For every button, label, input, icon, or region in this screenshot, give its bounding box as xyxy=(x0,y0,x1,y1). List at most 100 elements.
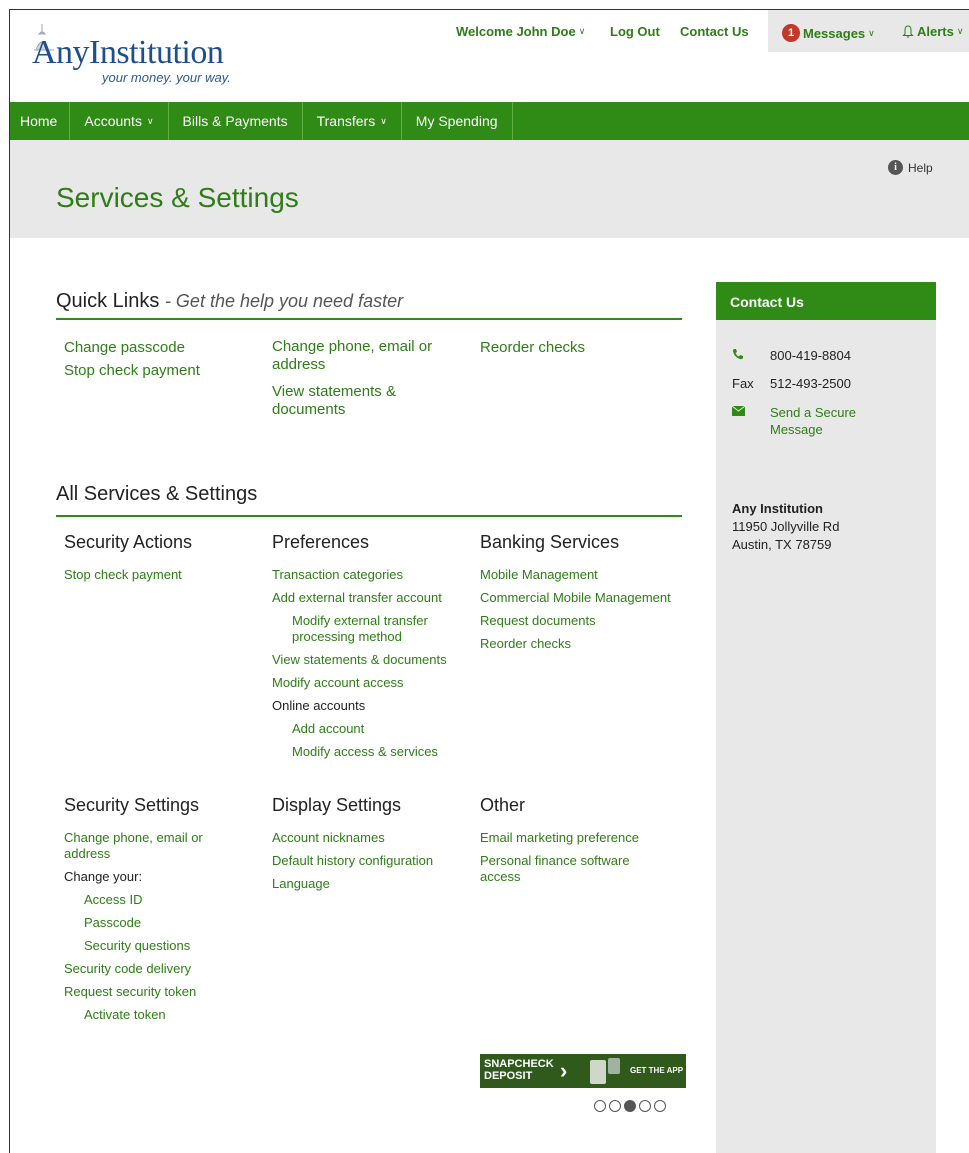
info-icon: i xyxy=(888,160,903,175)
quick-links-heading: Quick Links xyxy=(56,290,160,312)
nav-accounts-label: Accounts xyxy=(84,113,142,129)
carousel-dot-2[interactable] xyxy=(609,1100,621,1112)
main-nav: Home Accounts ∨ Bills & Payments Transfer… xyxy=(10,102,969,140)
banking-services-heading: Banking Services xyxy=(480,532,620,552)
nav-bills-label: Bills & Payments xyxy=(182,113,288,129)
pref-add-external-account[interactable]: Add external transfer account xyxy=(272,590,472,606)
contact-us-link[interactable]: Contact Us xyxy=(680,24,749,39)
sa-stop-check-payment[interactable]: Stop check payment xyxy=(64,567,264,583)
contact-phone[interactable]: 800-419-8804 xyxy=(770,348,851,363)
bs-request-documents[interactable]: Request documents xyxy=(480,613,700,629)
ds-language[interactable]: Language xyxy=(272,876,472,892)
other-column: Other Email marketing preference Persona… xyxy=(480,795,690,892)
security-actions-heading: Security Actions xyxy=(64,532,193,552)
alerts-menu[interactable]: Alerts ∨ xyxy=(902,24,963,39)
ss-change-contact-info[interactable]: Change phone, email or address xyxy=(64,830,224,862)
security-settings-column: Security Settings Change phone, email or… xyxy=(64,795,264,1030)
messages-count-badge: 1 xyxy=(782,24,800,42)
carousel-dot-4[interactable] xyxy=(639,1100,651,1112)
alerts-label: Alerts xyxy=(917,24,954,39)
welcome-menu[interactable]: Welcome John Doe ∨ xyxy=(456,24,585,39)
display-settings-heading: Display Settings xyxy=(272,795,402,815)
ql-change-passcode[interactable]: Change passcode xyxy=(64,338,185,358)
security-settings-heading: Security Settings xyxy=(64,795,200,815)
nav-my-spending[interactable]: My Spending xyxy=(402,102,513,140)
app-frame: AnyInstitution your money. your way. Wel… xyxy=(9,9,969,1153)
brand-tagline: your money. your way. xyxy=(102,70,231,85)
contact-sidebar-title: Contact Us xyxy=(716,282,936,320)
ad-title: SNAPCHECK DEPOSIT xyxy=(484,1058,554,1082)
ss-passcode[interactable]: Passcode xyxy=(64,915,264,931)
help-link[interactable]: i Help xyxy=(888,160,933,175)
chevron-down-icon: ∨ xyxy=(380,115,387,126)
nav-transfers[interactable]: Transfers ∨ xyxy=(303,102,402,140)
security-actions-column: Security Actions Stop check payment xyxy=(64,532,264,590)
quick-links-divider xyxy=(56,318,682,320)
ss-request-security-token[interactable]: Request security token xyxy=(64,984,264,1000)
snapcheck-ad-banner[interactable]: SNAPCHECK DEPOSIT › GET THE APP xyxy=(480,1054,686,1088)
ql-stop-check-payment[interactable]: Stop check payment xyxy=(64,361,200,381)
nav-home-label: Home xyxy=(20,113,58,129)
other-heading: Other xyxy=(480,795,526,815)
ss-security-code-delivery[interactable]: Security code delivery xyxy=(64,961,264,977)
ql-view-statements[interactable]: View statements & documents xyxy=(272,383,432,419)
all-services-divider xyxy=(56,515,682,517)
logout-label: Log Out xyxy=(610,24,660,39)
pref-online-accounts-label: Online accounts xyxy=(272,698,366,713)
other-personal-finance-software[interactable]: Personal finance software access xyxy=(480,853,660,885)
chevron-down-icon: ∨ xyxy=(868,27,875,38)
institution-address: Any Institution 11950 Jollyville Rd Aust… xyxy=(732,500,839,554)
contact-sidebar: Contact Us 800-419-8804 Fax 512-493-2500… xyxy=(716,282,936,1153)
bell-icon xyxy=(902,25,914,38)
ql-change-contact-info[interactable]: Change phone, email or address xyxy=(272,338,462,374)
pref-view-statements[interactable]: View statements & documents xyxy=(272,652,472,668)
pref-add-account[interactable]: Add account xyxy=(272,721,472,737)
other-email-marketing[interactable]: Email marketing preference xyxy=(480,830,690,846)
pref-modify-account-access[interactable]: Modify account access xyxy=(272,675,472,691)
pref-transaction-categories[interactable]: Transaction categories xyxy=(272,567,472,583)
brand-logo[interactable]: AnyInstitution your money. your way. xyxy=(28,20,268,90)
ds-default-history[interactable]: Default history configuration xyxy=(272,853,472,869)
messages-menu[interactable]: 1 Messages ∨ xyxy=(782,24,875,42)
bs-reorder-checks[interactable]: Reorder checks xyxy=(480,636,700,652)
banking-services-column: Banking Services Mobile Management Comme… xyxy=(480,532,700,659)
phone-icon xyxy=(732,348,758,363)
contact-phone-row: 800-419-8804 xyxy=(732,348,851,363)
bs-commercial-mobile-management[interactable]: Commercial Mobile Management xyxy=(480,590,700,606)
pref-modify-external-method[interactable]: Modify external transfer processing meth… xyxy=(272,613,472,645)
address-line1: 11950 Jollyville Rd xyxy=(732,519,840,534)
display-settings-column: Display Settings Account nicknames Defau… xyxy=(272,795,472,899)
preferences-column: Preferences Transaction categories Add e… xyxy=(272,532,472,767)
carousel-dot-5[interactable] xyxy=(654,1100,666,1112)
ds-account-nicknames[interactable]: Account nicknames xyxy=(272,830,472,846)
nav-accounts[interactable]: Accounts ∨ xyxy=(70,102,169,140)
nav-bills-payments[interactable]: Bills & Payments xyxy=(169,102,303,140)
welcome-label: Welcome John Doe xyxy=(456,24,576,39)
envelope-icon xyxy=(731,404,758,438)
page-title: Services & Settings xyxy=(56,182,299,213)
brand-name: AnyInstitution xyxy=(32,34,224,71)
help-label: Help xyxy=(908,160,933,175)
quick-links-subtitle: - Get the help you need faster xyxy=(164,291,404,311)
chevron-down-icon: ∨ xyxy=(578,26,586,36)
ss-access-id[interactable]: Access ID xyxy=(64,892,264,908)
messages-alerts-box: 1 Messages ∨ Alerts ∨ xyxy=(768,10,969,52)
contact-fax-row: Fax 512-493-2500 xyxy=(732,376,851,391)
logout-link[interactable]: Log Out xyxy=(610,24,660,39)
messages-label: Messages xyxy=(803,25,866,41)
send-secure-message-link[interactable]: Send a Secure Message xyxy=(770,404,880,438)
nav-home[interactable]: Home xyxy=(10,102,71,140)
ss-security-questions[interactable]: Security questions xyxy=(64,938,264,954)
fax-label: Fax xyxy=(732,376,754,391)
ad-line2: DEPOSIT xyxy=(484,1070,533,1082)
secure-message-row: Send a Secure Message xyxy=(731,404,880,438)
carousel-dot-3-active[interactable] xyxy=(624,1100,636,1112)
bs-mobile-management[interactable]: Mobile Management xyxy=(480,567,700,583)
ql-reorder-checks[interactable]: Reorder checks xyxy=(480,338,585,358)
pref-modify-access-services[interactable]: Modify access & services xyxy=(272,744,472,760)
ss-change-your-label: Change your: xyxy=(64,869,143,884)
carousel-dot-1[interactable] xyxy=(594,1100,606,1112)
title-band: Services & Settings i Help xyxy=(10,140,969,238)
address-line2: Austin, TX 78759 xyxy=(732,537,832,552)
ss-activate-token[interactable]: Activate token xyxy=(64,1007,264,1023)
